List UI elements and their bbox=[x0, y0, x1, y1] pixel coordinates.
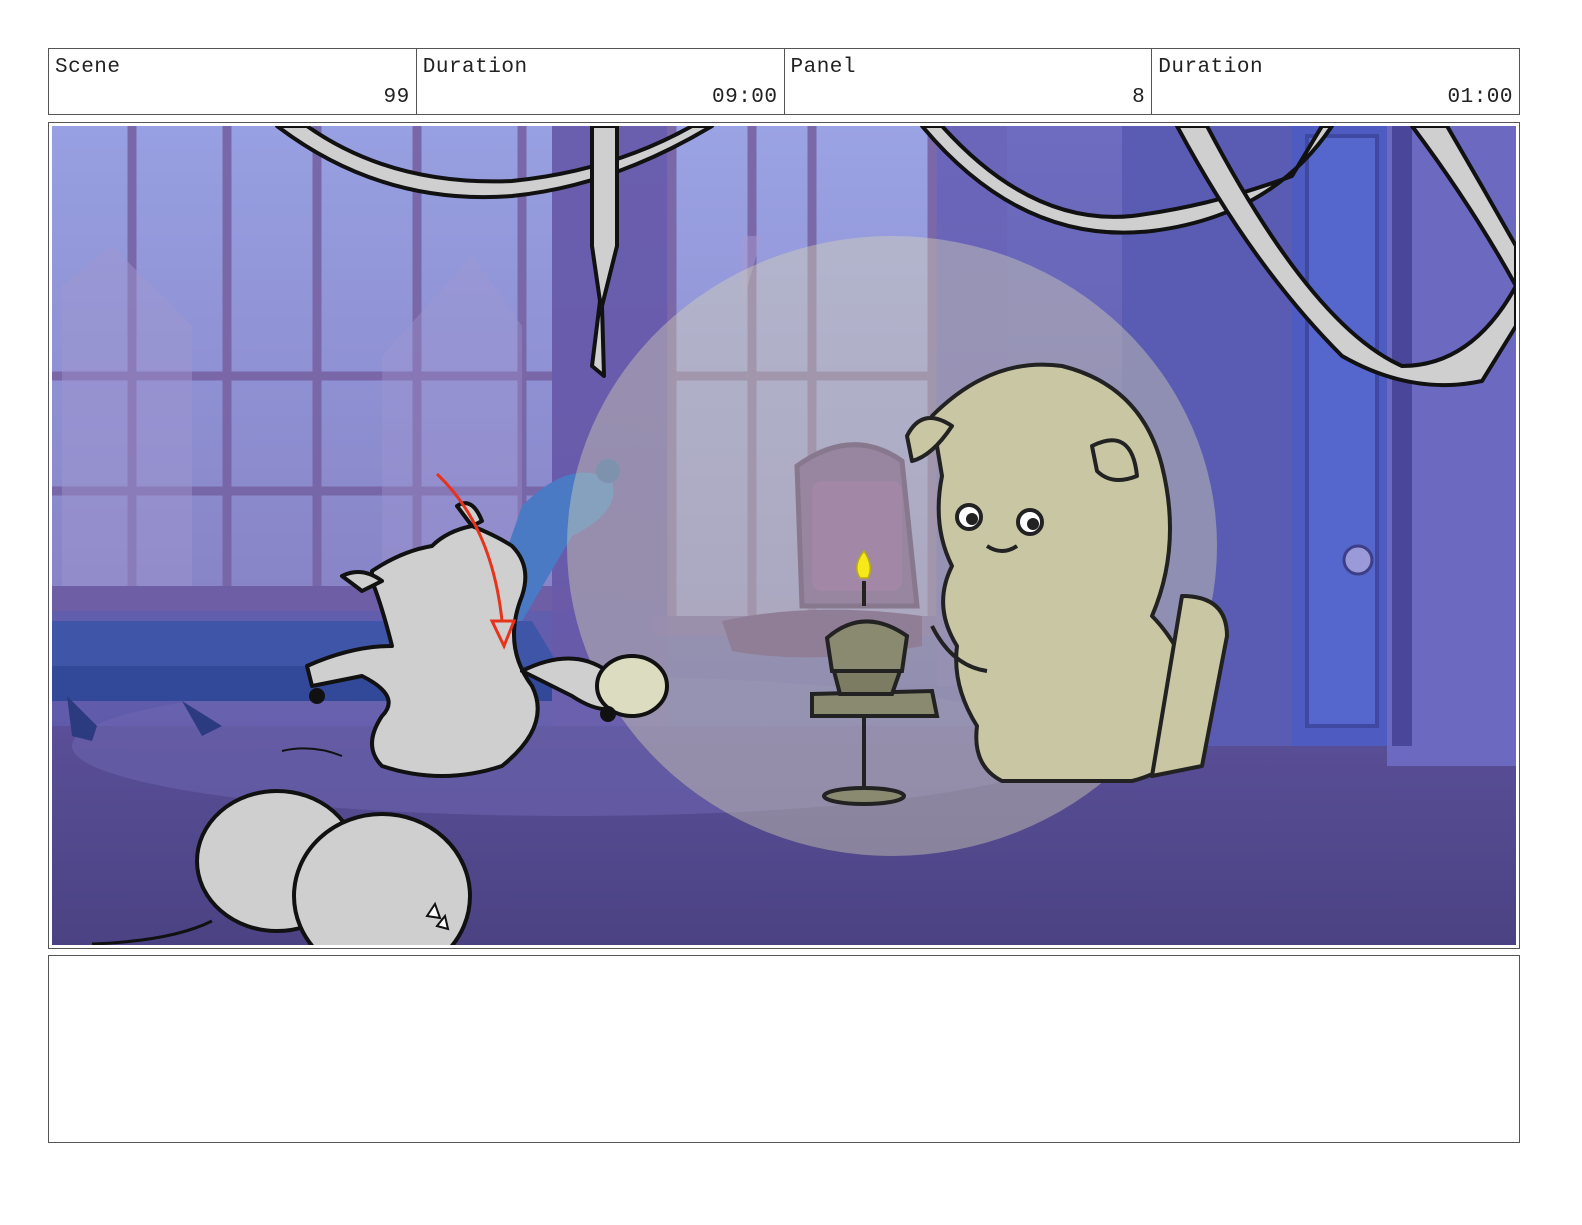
panel-duration-label: Duration bbox=[1158, 56, 1264, 79]
scene-cell: Scene 99 bbox=[49, 49, 417, 114]
scene-number: 99 bbox=[383, 86, 410, 109]
scene-duration-cell: Duration 09:00 bbox=[417, 49, 785, 114]
panel-label: Panel bbox=[790, 56, 857, 79]
scene-duration-label: Duration bbox=[422, 56, 528, 79]
scene-duration-value: 09:00 bbox=[711, 86, 778, 109]
storyboard-panel bbox=[48, 122, 1520, 949]
panel-duration-cell: Duration 01:00 bbox=[1152, 49, 1519, 114]
panel-number: 8 bbox=[1132, 86, 1146, 109]
panel-duration-value: 01:00 bbox=[1447, 86, 1513, 109]
storyboard-drawing bbox=[52, 126, 1516, 945]
panel-info-header: Scene 99 Duration 09:00 Panel 8 Duration… bbox=[48, 48, 1520, 115]
panel-cell: Panel 8 bbox=[785, 49, 1153, 114]
panel-notes-box bbox=[48, 955, 1520, 1143]
scene-label: Scene bbox=[55, 56, 121, 79]
